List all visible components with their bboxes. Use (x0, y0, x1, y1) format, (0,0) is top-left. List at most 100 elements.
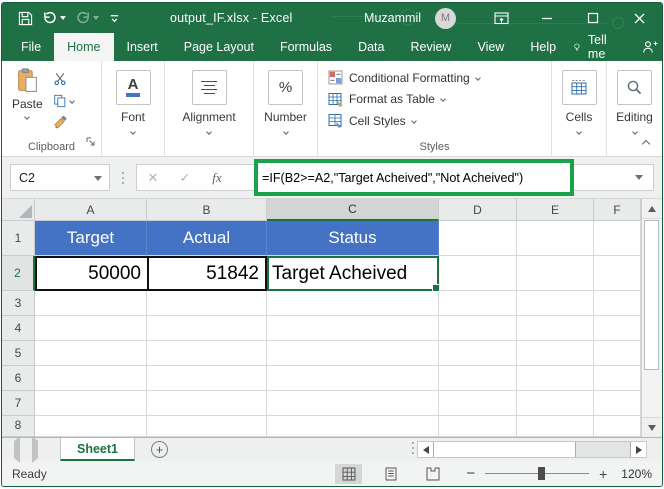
cell-A6[interactable] (35, 366, 147, 391)
cell-D6[interactable] (439, 366, 517, 391)
cells-group[interactable]: Cells (552, 61, 607, 156)
ribbon-display-options-button[interactable] (478, 3, 524, 33)
font-group[interactable]: A Font (102, 61, 165, 156)
cell-F2[interactable] (594, 256, 641, 291)
cell-A4[interactable] (35, 316, 147, 341)
cell-C2-selected[interactable]: Target Acheived (267, 256, 439, 291)
redo-button[interactable] (75, 11, 99, 25)
tab-page-layout[interactable]: Page Layout (171, 33, 267, 61)
cell-C6[interactable] (267, 366, 439, 391)
scroll-right-icon[interactable] (630, 442, 646, 457)
cell-F3[interactable] (594, 291, 641, 316)
cell-A2[interactable]: 50000 (35, 256, 147, 291)
new-sheet-button[interactable]: + (151, 441, 168, 458)
cell-B6[interactable] (147, 366, 267, 391)
row-header-8[interactable]: 8 (2, 416, 35, 437)
formula-input-area[interactable]: ✕ ✓ fx =IF(B2>=A2,"Target Acheived","Not… (136, 164, 654, 191)
column-header-f[interactable]: F (594, 199, 641, 221)
cell-E8[interactable] (517, 416, 594, 437)
cell-B2[interactable]: 51842 (147, 256, 267, 291)
tab-review[interactable]: Review (397, 33, 464, 61)
number-group[interactable]: % Number (254, 61, 318, 156)
conditional-formatting-dropdown-icon[interactable] (475, 75, 481, 81)
undo-dropdown-icon[interactable] (60, 16, 66, 20)
name-box-dropdown-icon[interactable] (94, 176, 102, 181)
cell-F8[interactable] (594, 416, 641, 437)
tab-bar-resize-handle[interactable] (412, 447, 414, 449)
tab-file[interactable]: File (8, 33, 54, 61)
number-dropdown-icon[interactable] (283, 129, 289, 135)
cell-D3[interactable] (439, 291, 517, 316)
row-header-3[interactable]: 3 (2, 291, 35, 316)
normal-view-button[interactable] (335, 464, 362, 484)
cell-B3[interactable] (147, 291, 267, 316)
redo-dropdown-icon[interactable] (93, 16, 99, 20)
alignment-dropdown-icon[interactable] (206, 129, 212, 135)
formula-text[interactable]: =IF(B2>=A2,"Target Acheived","Not Acheiv… (262, 171, 523, 185)
alignment-group[interactable]: Alignment (165, 61, 254, 156)
format-as-table-button[interactable]: Format as Table (328, 91, 551, 108)
cell-B1[interactable]: Actual (147, 221, 267, 256)
cell-A3[interactable] (35, 291, 147, 316)
paste-dropdown-icon[interactable] (25, 114, 31, 120)
tab-insert[interactable]: Insert (114, 33, 171, 61)
cell-F1[interactable] (594, 221, 641, 256)
vertical-scrollbar-thumb[interactable] (644, 220, 659, 370)
tab-home[interactable]: Home (54, 33, 113, 61)
cell-D7[interactable] (439, 391, 517, 416)
cell-B5[interactable] (147, 341, 267, 366)
cell-B4[interactable] (147, 316, 267, 341)
select-all-button[interactable] (2, 199, 35, 221)
page-layout-view-button[interactable] (377, 464, 404, 484)
insert-function-icon[interactable]: fx (201, 170, 233, 186)
row-header-2[interactable]: 2 (2, 256, 35, 291)
cell-D2[interactable] (439, 256, 517, 291)
cut-button[interactable] (53, 70, 74, 87)
zoom-level[interactable]: 120% (621, 467, 652, 481)
enter-icon[interactable]: ✓ (169, 170, 201, 186)
cell-C3[interactable] (267, 291, 439, 316)
column-header-a[interactable]: A (35, 199, 147, 221)
font-dropdown-icon[interactable] (130, 129, 136, 135)
previous-sheet-icon[interactable] (14, 441, 20, 459)
next-sheet-icon[interactable] (32, 441, 38, 459)
save-icon[interactable] (18, 11, 33, 26)
zoom-in-button[interactable]: + (599, 466, 607, 482)
scroll-left-icon[interactable] (418, 442, 434, 457)
maximize-button[interactable] (570, 3, 616, 33)
column-header-c[interactable]: C (267, 199, 439, 221)
cell-C1[interactable]: Status (267, 221, 439, 256)
page-break-preview-button[interactable] (419, 464, 446, 484)
sheet-tab-sheet1[interactable]: Sheet1 (60, 438, 135, 461)
tab-view[interactable]: View (464, 33, 517, 61)
cell-E2[interactable] (517, 256, 594, 291)
cell-F5[interactable] (594, 341, 641, 366)
share-button[interactable]: Share (642, 33, 663, 61)
column-header-e[interactable]: E (517, 199, 594, 221)
cell-E4[interactable] (517, 316, 594, 341)
cell-E5[interactable] (517, 341, 594, 366)
close-button[interactable] (616, 3, 662, 33)
cell-E1[interactable] (517, 221, 594, 256)
paste-button[interactable]: Paste (12, 68, 43, 131)
column-header-b[interactable]: B (147, 199, 267, 221)
cell-A1[interactable]: Target (35, 221, 147, 256)
cell-F4[interactable] (594, 316, 641, 341)
vertical-scrollbar[interactable] (641, 199, 662, 437)
cell-F6[interactable] (594, 366, 641, 391)
copy-dropdown-icon[interactable] (69, 98, 75, 104)
expand-formula-bar-icon[interactable] (635, 175, 643, 180)
cell-A5[interactable] (35, 341, 147, 366)
cell-D1[interactable] (439, 221, 517, 256)
zoom-slider[interactable] (485, 473, 589, 474)
editing-dropdown-icon[interactable] (632, 129, 638, 135)
cancel-icon[interactable]: ✕ (137, 170, 169, 186)
cell-A8[interactable] (35, 416, 147, 437)
cell-D4[interactable] (439, 316, 517, 341)
minimize-button[interactable] (524, 3, 570, 33)
cell-A7[interactable] (35, 391, 147, 416)
row-header-1[interactable]: 1 (2, 221, 35, 256)
cell-D5[interactable] (439, 341, 517, 366)
editing-group[interactable]: Editing (607, 61, 662, 156)
conditional-formatting-button[interactable]: Conditional Formatting (328, 69, 551, 86)
